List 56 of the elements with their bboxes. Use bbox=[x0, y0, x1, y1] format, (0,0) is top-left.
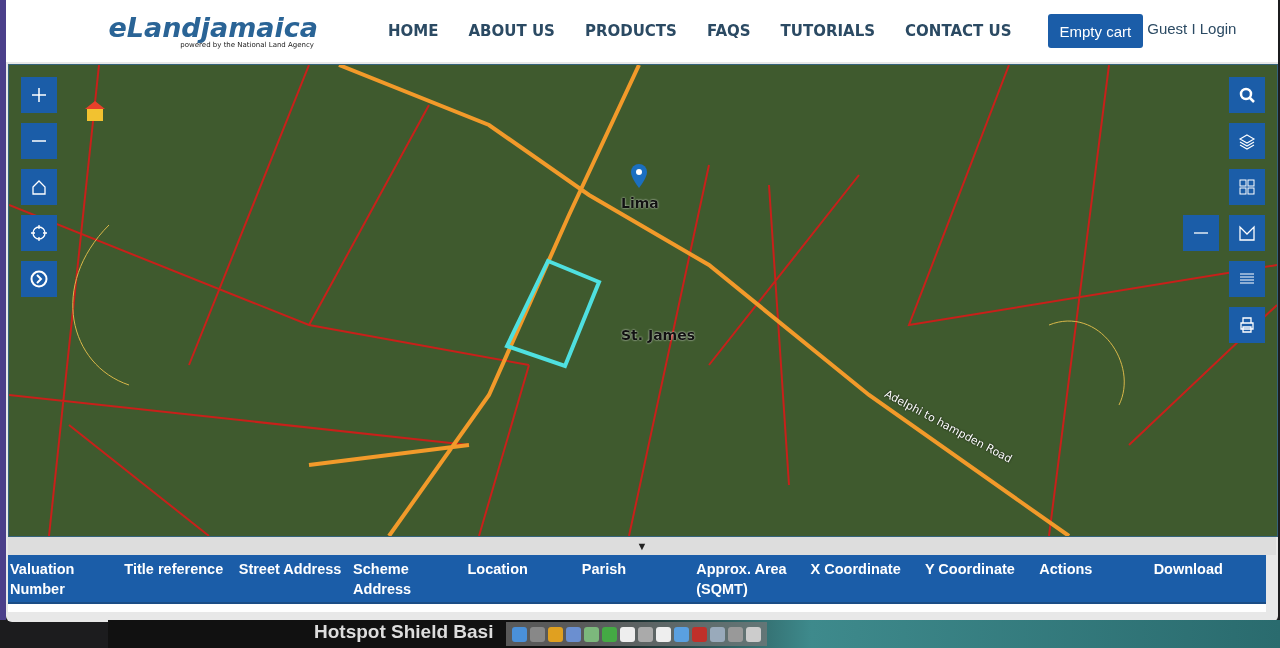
map-tool-button[interactable] bbox=[21, 169, 57, 205]
nav-link[interactable]: CONTACT US bbox=[905, 22, 1012, 40]
column-header: Valuation Number bbox=[9, 560, 76, 599]
map-pin-icon[interactable] bbox=[629, 163, 649, 189]
map-tool-button[interactable] bbox=[1229, 169, 1265, 205]
nav-link[interactable]: PRODUCTS bbox=[584, 22, 677, 40]
login-link[interactable]: Guest I Login bbox=[1147, 19, 1237, 43]
app-icon[interactable] bbox=[584, 626, 599, 642]
map-tool-button[interactable] bbox=[1229, 261, 1265, 297]
map-tool-button[interactable] bbox=[1183, 215, 1219, 251]
place-label: Lima bbox=[621, 195, 659, 211]
zoom-in-icon bbox=[30, 86, 48, 104]
grid-icon bbox=[1238, 178, 1256, 196]
minus-icon bbox=[1192, 232, 1210, 234]
app-icon[interactable] bbox=[656, 626, 671, 642]
home-icon bbox=[30, 178, 48, 196]
chevron-circle-icon bbox=[30, 270, 48, 288]
nav-link[interactable]: FAQS bbox=[706, 22, 751, 40]
column-header: Parish bbox=[580, 560, 628, 579]
site-logo[interactable]: eLandjamaica bbox=[108, 13, 318, 41]
map-tool-button[interactable] bbox=[21, 77, 57, 113]
map-tool-button[interactable] bbox=[21, 261, 57, 297]
polyline-icon bbox=[1238, 224, 1256, 242]
map-tool-button[interactable] bbox=[1229, 123, 1265, 159]
search-icon bbox=[1238, 86, 1256, 104]
crosshair-icon bbox=[30, 224, 48, 242]
app-icon[interactable] bbox=[620, 626, 635, 642]
app-icon[interactable] bbox=[548, 626, 563, 642]
column-header: Street Address bbox=[237, 560, 343, 579]
map-tool-button[interactable] bbox=[21, 215, 57, 251]
nav-link[interactable]: ABOUT US bbox=[468, 22, 555, 40]
column-header: Approx. Area (SQMT) bbox=[695, 560, 788, 599]
cart-button[interactable]: Empty cart bbox=[1047, 14, 1144, 48]
app-icon[interactable] bbox=[638, 626, 653, 642]
column-header: X Coordinate bbox=[809, 560, 902, 579]
column-header: Location bbox=[466, 560, 529, 579]
column-header: Y Coordinate bbox=[923, 560, 1016, 579]
app-title: Hotspot Shield Basi bbox=[314, 621, 494, 643]
print-icon bbox=[1238, 316, 1256, 334]
collapse-toggle[interactable]: ▼ bbox=[8, 537, 1276, 555]
selected-parcel-outline[interactable] bbox=[503, 258, 603, 370]
nav-link[interactable]: HOME bbox=[388, 22, 439, 40]
map-tool-button[interactable] bbox=[21, 123, 57, 159]
app-icon[interactable] bbox=[746, 626, 761, 642]
column-header: Scheme Address bbox=[352, 560, 413, 599]
layers-icon bbox=[1238, 132, 1256, 150]
app-icon[interactable] bbox=[602, 626, 617, 642]
column-header: Download bbox=[1152, 560, 1224, 579]
column-header: Title reference bbox=[123, 560, 225, 579]
nav-link[interactable]: TUTORIALS bbox=[780, 22, 876, 40]
app-icon[interactable] bbox=[710, 626, 725, 642]
column-header: Actions bbox=[1038, 560, 1094, 579]
house-icon[interactable] bbox=[83, 99, 107, 123]
map-tool-button[interactable] bbox=[1229, 307, 1265, 343]
map-tool-button[interactable] bbox=[1229, 77, 1265, 113]
map-tool-button[interactable] bbox=[1229, 215, 1265, 251]
